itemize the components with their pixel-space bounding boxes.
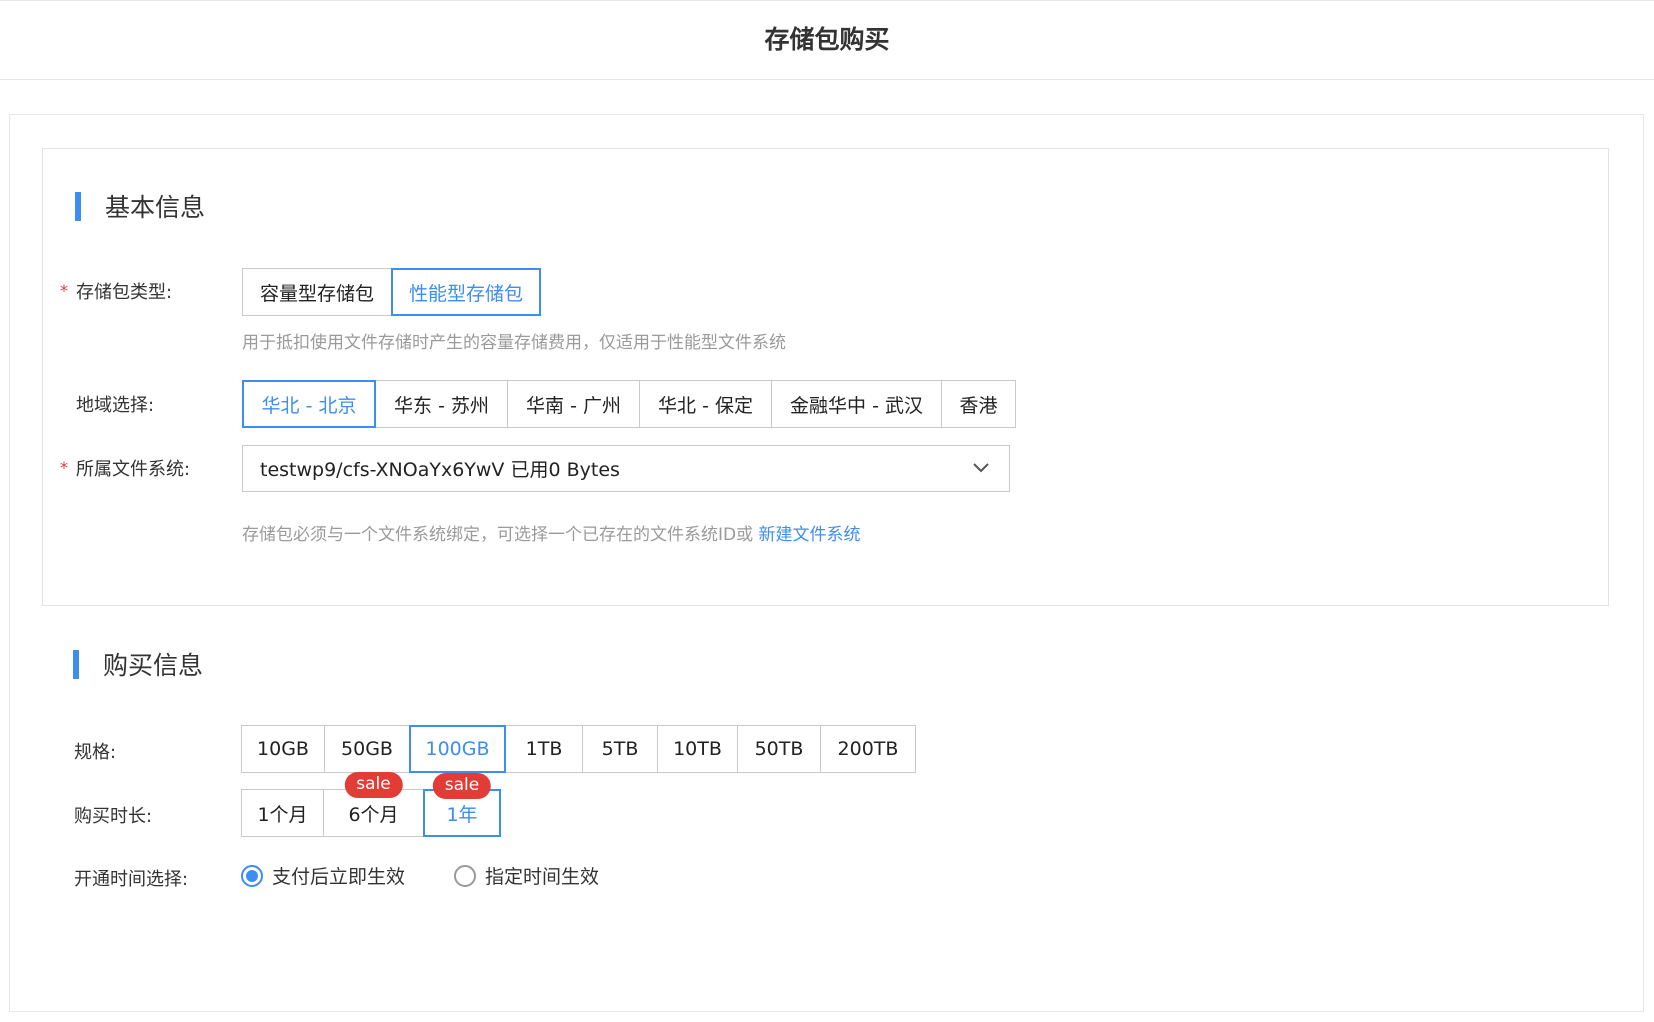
spec-selector: 10GB 50GB 100GB 1TB 5TB 10TB 50TB 200TB	[241, 725, 916, 773]
activation-option-immediate[interactable]: 支付后立即生效	[241, 862, 405, 889]
region-option-baoding[interactable]: 华北 - 保定	[639, 380, 772, 428]
region-option-guangzhou[interactable]: 华南 - 广州	[507, 380, 640, 428]
spec-option-10tb[interactable]: 10TB	[657, 725, 738, 773]
duration-option-label: 1年	[446, 803, 478, 826]
spec-option-200tb[interactable]: 200TB	[820, 725, 916, 773]
file-system-label: * 所属文件系统:	[60, 455, 190, 481]
file-system-hint: 存储包必须与一个文件系统绑定，可选择一个已存在的文件系统ID或 新建文件系统	[242, 520, 861, 545]
spec-option-50gb[interactable]: 50GB	[324, 725, 410, 773]
region-option-wuhan[interactable]: 金融华中 - 武汉	[771, 380, 942, 428]
package-type-selector: 容量型存储包 性能型存储包	[242, 268, 541, 316]
basic-info-section-title: 基本信息	[75, 188, 205, 224]
duration-selector: 1个月 sale 6个月 sale 1年	[241, 772, 501, 837]
section-accent-bar	[73, 649, 79, 679]
region-label: 地域选择:	[76, 395, 155, 416]
file-system-hint-text: 存储包必须与一个文件系统绑定，可选择一个已存在的文件系统ID或	[242, 525, 754, 545]
purchase-info-heading: 购买信息	[103, 651, 204, 680]
package-type-option-performance[interactable]: 性能型存储包	[391, 268, 541, 316]
required-mark: *	[60, 458, 68, 477]
activation-option-immediate-label: 支付后立即生效	[272, 866, 406, 888]
sale-badge: sale	[344, 772, 403, 798]
create-file-system-link[interactable]: 新建文件系统	[759, 525, 861, 545]
spec-option-1tb[interactable]: 1TB	[505, 725, 583, 773]
spec-option-5tb[interactable]: 5TB	[582, 725, 658, 773]
spec-option-50tb[interactable]: 50TB	[737, 725, 821, 773]
package-type-label: * 存储包类型:	[60, 278, 172, 304]
spec-option-10gb[interactable]: 10GB	[241, 725, 325, 773]
spec-option-100gb[interactable]: 100GB	[409, 725, 506, 773]
region-option-beijing[interactable]: 华北 - 北京	[242, 380, 376, 428]
sale-badge: sale	[432, 773, 492, 799]
region-selector: 华北 - 北京 华东 - 苏州 华南 - 广州 华北 - 保定 金融华中 - 武…	[242, 380, 1016, 428]
activation-label: 开通时间选择:	[74, 869, 189, 890]
file-system-select[interactable]: testwp9/cfs-XNOaYx6YwV 已用0 Bytes	[242, 445, 1010, 492]
page-title: 存储包购买	[764, 25, 890, 54]
file-system-value: testwp9/cfs-XNOaYx6YwV 已用0 Bytes	[260, 459, 620, 481]
file-system-label-text: 所属文件系统:	[76, 459, 191, 480]
radio-button-checked[interactable]	[241, 864, 263, 887]
duration-option-6-months[interactable]: sale 6个月	[323, 772, 424, 837]
duration-option-1-month[interactable]: 1个月	[241, 789, 324, 837]
package-type-hint: 用于抵扣使用文件存储时产生的容量存储费用，仅适用于性能型文件系统	[242, 333, 786, 353]
basic-info-heading: 基本信息	[105, 193, 206, 222]
activation-option-scheduled[interactable]: 指定时间生效	[454, 862, 599, 889]
package-type-option-capacity[interactable]: 容量型存储包	[242, 268, 392, 316]
spec-label: 规格:	[74, 742, 117, 763]
region-option-hongkong[interactable]: 香港	[941, 380, 1016, 428]
duration-label: 购买时长:	[74, 806, 153, 827]
purchase-info-section-title: 购买信息	[73, 646, 203, 682]
duration-option-label: 1个月	[257, 803, 308, 826]
section-accent-bar	[75, 191, 81, 221]
region-option-suzhou[interactable]: 华东 - 苏州	[375, 380, 508, 428]
page-header: 存储包购买	[0, 0, 1654, 80]
duration-option-1-year[interactable]: sale 1年	[423, 773, 501, 837]
radio-button-unchecked[interactable]	[454, 864, 476, 887]
activation-option-scheduled-label: 指定时间生效	[485, 866, 600, 888]
duration-option-label: 6个月	[348, 803, 399, 826]
package-type-label-text: 存储包类型:	[76, 282, 173, 303]
required-mark: *	[60, 281, 68, 300]
chevron-down-icon	[973, 463, 989, 473]
